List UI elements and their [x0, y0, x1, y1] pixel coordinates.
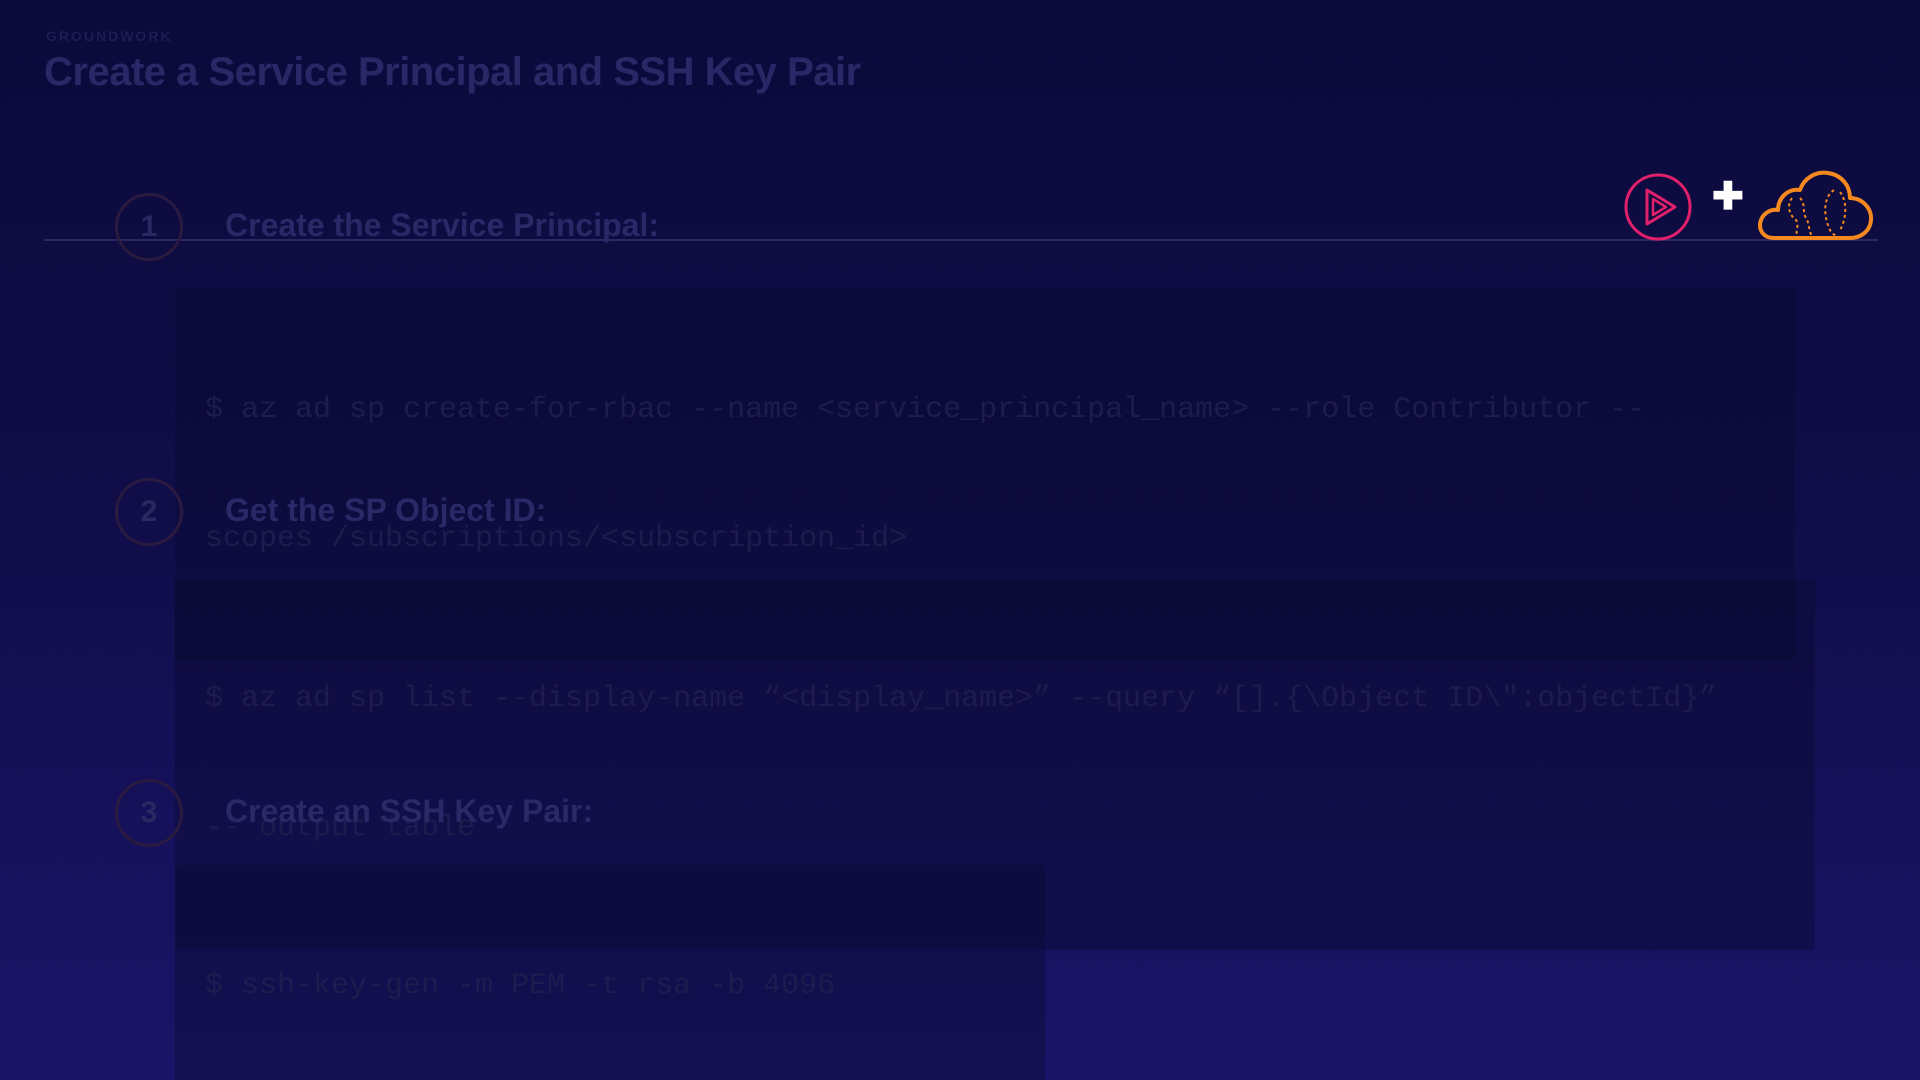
step-title: Get the SP Object ID:	[225, 492, 547, 528]
section-label: GROUNDWORK	[46, 28, 173, 44]
slide-title: Create a Service Principal and SSH Key P…	[44, 50, 861, 94]
command-line: $ az ad sp list --display-name “<display…	[205, 682, 1718, 716]
step-number: 3	[115, 779, 183, 847]
step-title: Create an SSH Key Pair:	[225, 793, 594, 829]
command-line: $ ssh-key-gen -m PEM -t rsa -b 4096	[205, 969, 836, 1003]
step-3: 3 Create an SSH Key Pair: $ ssh-key-gen …	[115, 779, 1815, 1080]
step-number: 2	[115, 478, 183, 546]
step-2: 2 Get the SP Object ID: $ az ad sp list …	[115, 478, 1815, 950]
step-1: 1 Create the Service Principal: $ az ad …	[115, 193, 1815, 661]
step-title: Create the Service Principal:	[225, 207, 659, 243]
command-line: $ az ad sp create-for-rbac --name <servi…	[205, 393, 1646, 427]
step-number: 1	[115, 193, 183, 261]
command-block[interactable]: $ ssh-key-gen -m PEM -t rsa -b 4096	[175, 865, 1045, 1080]
